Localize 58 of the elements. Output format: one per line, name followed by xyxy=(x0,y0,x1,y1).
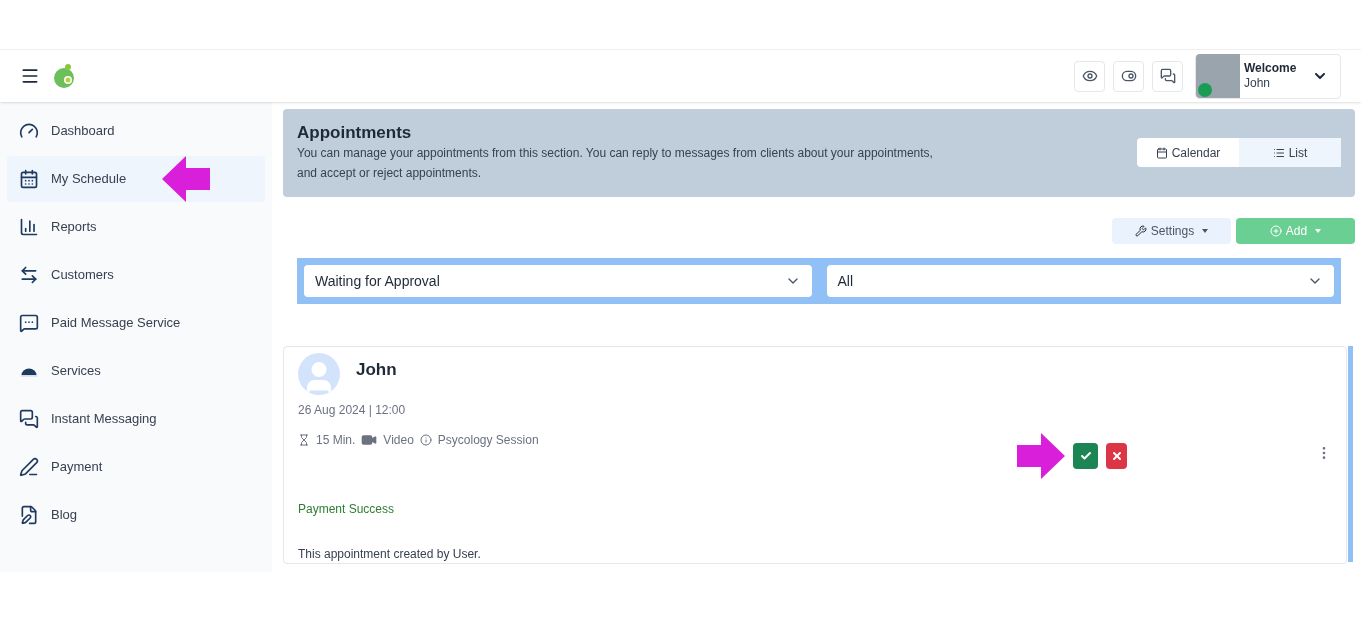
plus-circle-icon xyxy=(1269,225,1282,237)
video-camera-icon xyxy=(361,432,378,448)
client-name: John xyxy=(356,359,397,381)
sidebar-item[interactable]: Services xyxy=(7,348,265,394)
user-menu[interactable]: Welcome John xyxy=(1195,53,1341,99)
view-tab[interactable]: List xyxy=(1239,138,1341,167)
annotation-arrow xyxy=(162,156,211,202)
sidebar-item[interactable]: Payment xyxy=(7,444,265,490)
sidebar-item[interactable]: My Schedule xyxy=(7,156,265,202)
bar-chart-icon xyxy=(19,217,39,237)
annotation-arrow xyxy=(1017,433,1065,479)
eye-icon xyxy=(1081,68,1098,84)
filter-select[interactable]: Waiting for Approval xyxy=(304,265,812,297)
sidebar-item[interactable]: Dashboard xyxy=(7,108,265,154)
sidebar-item[interactable]: Paid Message Service xyxy=(7,300,265,346)
pen-icon xyxy=(19,457,39,477)
sidebar-item[interactable]: Customers xyxy=(7,252,265,298)
page-title: Appointments xyxy=(297,122,413,144)
sidebar-item[interactable]: Reports xyxy=(7,204,265,250)
hourglass-icon xyxy=(298,434,310,446)
close-icon xyxy=(1110,450,1123,462)
calendar-icon xyxy=(19,169,39,189)
caret-icon xyxy=(1202,229,1209,233)
info-icon xyxy=(419,434,432,446)
filter-select[interactable]: All xyxy=(826,265,1334,297)
gauge-icon xyxy=(19,121,39,141)
user-name: John xyxy=(1244,76,1271,91)
sidebar-item[interactable]: Instant Messaging xyxy=(7,396,265,442)
calendar-icon xyxy=(1155,146,1168,159)
settings-button[interactable]: Settings xyxy=(1112,218,1231,244)
payment-status: Payment Success xyxy=(298,501,396,518)
logo-icon xyxy=(52,63,76,89)
service-label: Psycology Session xyxy=(437,432,539,449)
session-type-label: Video xyxy=(383,432,414,449)
preview-button[interactable] xyxy=(1074,60,1105,92)
toggle-icon xyxy=(1120,68,1137,84)
list-icon xyxy=(1272,146,1285,159)
accept-button[interactable] xyxy=(1073,443,1098,469)
view-tab[interactable]: Calendar xyxy=(1137,138,1239,167)
messages-button[interactable] xyxy=(1152,60,1183,92)
welcome-label: Welcome xyxy=(1244,61,1297,76)
toggle-button[interactable] xyxy=(1113,60,1144,92)
chat-dots-icon xyxy=(19,313,39,333)
document-pen-icon xyxy=(19,505,39,525)
reject-button[interactable] xyxy=(1106,443,1127,469)
appointment-datetime: 26 Aug 2024 | 12:00 xyxy=(298,402,407,419)
sidebar-item[interactable]: Blog xyxy=(7,492,265,538)
avatar-placeholder xyxy=(298,353,340,395)
caret-icon xyxy=(1315,229,1322,233)
page-description: You can manage your appointments from this section. You can reply to messages from clients about your appointments, and accept or reject appointments. xyxy=(297,145,934,183)
arrows-icon xyxy=(19,265,39,285)
chat-bubbles-icon xyxy=(19,409,39,429)
check-icon xyxy=(1079,450,1092,462)
menu-icon[interactable] xyxy=(20,66,40,86)
appointment-note: This appointment created by User. xyxy=(298,546,482,563)
duration-label: 15 Min. xyxy=(316,432,356,449)
wrench-icon xyxy=(1134,225,1147,237)
chat-bubbles-icon xyxy=(1159,68,1176,84)
